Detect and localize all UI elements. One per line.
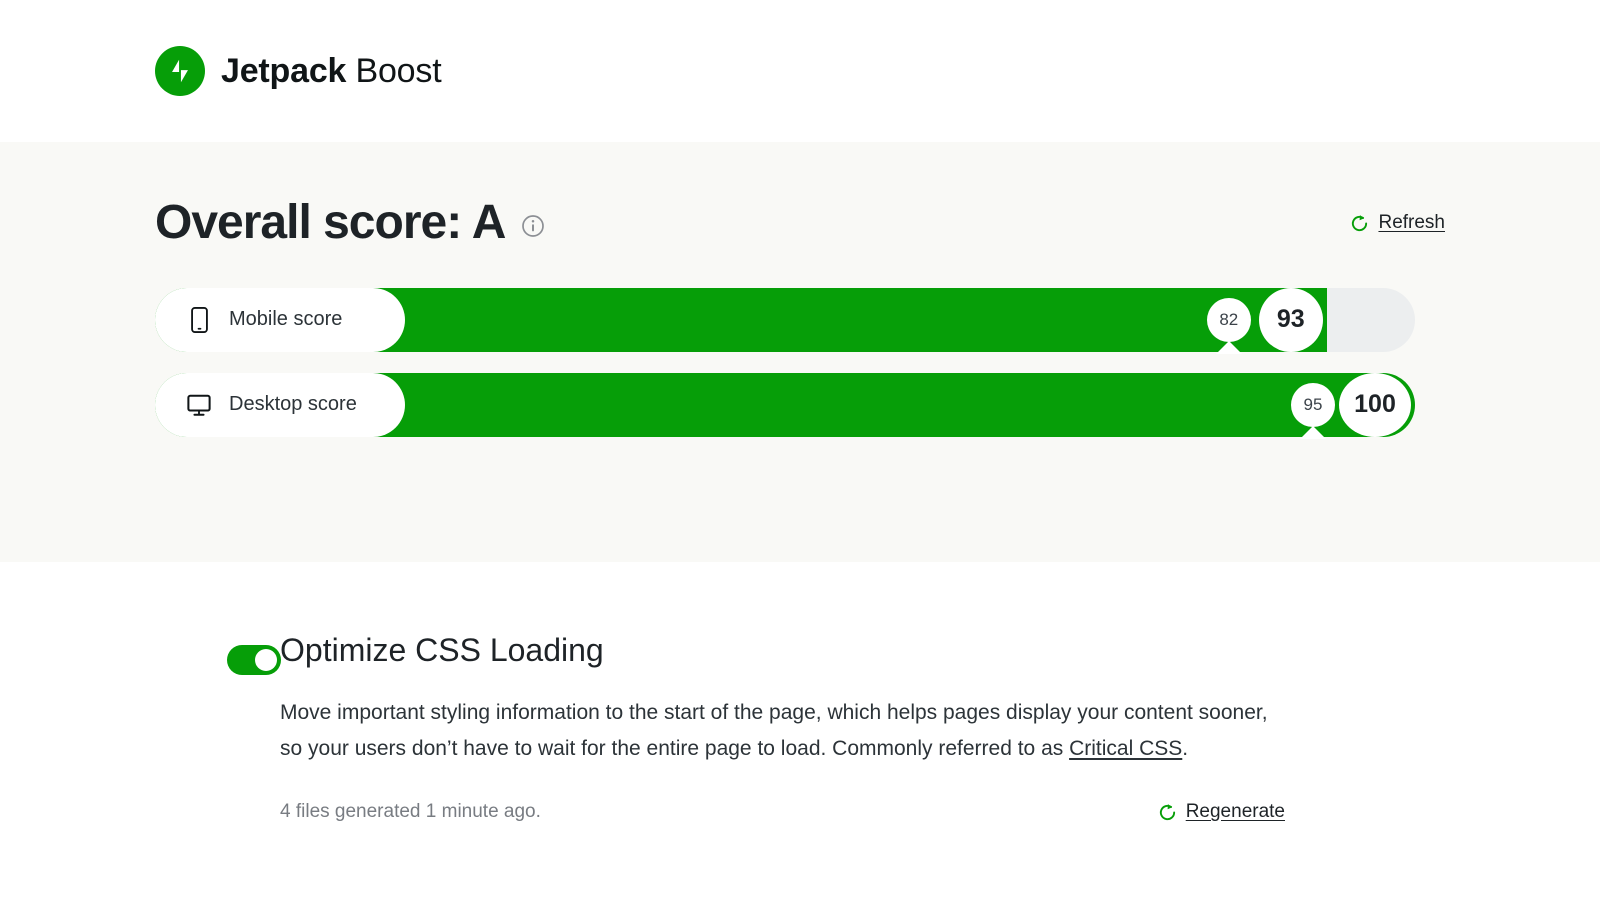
brand-title: Jetpack Boost: [221, 52, 442, 90]
refresh-icon: [1158, 802, 1177, 823]
module-description-suffix: .: [1182, 736, 1189, 760]
previous-score-notch-mobile: [1215, 340, 1242, 354]
module-status-text: 4 files generated 1 minute ago.: [280, 801, 541, 823]
module-optimize-css-loading: Optimize CSS Loading Move important styl…: [0, 562, 1600, 823]
mobile-phone-icon: [187, 306, 211, 333]
refresh-button[interactable]: Refresh: [1350, 212, 1445, 234]
score-label-desktop: Desktop score: [155, 372, 405, 437]
score-panel: Overall score: A Refresh Mobile score 82…: [0, 142, 1600, 562]
regenerate-button[interactable]: Regenerate: [1158, 801, 1285, 823]
info-circle-icon[interactable]: [521, 214, 545, 238]
score-label-mobile: Mobile score: [155, 287, 405, 352]
previous-score-value-mobile: 82: [1219, 309, 1239, 329]
score-label-text-desktop: Desktop score: [229, 393, 357, 416]
score-row-desktop: Desktop score 95 100: [155, 372, 1415, 439]
current-score-mobile: 93: [1258, 287, 1323, 352]
score-label-text-mobile: Mobile score: [229, 308, 343, 331]
refresh-label: Refresh: [1378, 212, 1445, 234]
page-title: Overall score: A: [155, 196, 506, 249]
optimize-css-loading-toggle[interactable]: [227, 645, 281, 675]
previous-score-mobile: 82: [1206, 297, 1251, 354]
previous-score-desktop: 95: [1291, 382, 1335, 439]
current-score-desktop: 100: [1339, 372, 1411, 437]
previous-score-value-desktop: 95: [1303, 394, 1323, 414]
brand: Jetpack Boost: [155, 46, 442, 96]
module-footer: 4 files generated 1 minute ago. Regenera…: [280, 801, 1285, 823]
score-header: Overall score: A Refresh: [155, 196, 1445, 250]
jetpack-boost-page: Jetpack Boost Overall score: A Refresh M…: [0, 0, 1600, 920]
brand-title-light: Boost: [355, 52, 442, 90]
score-title-wrap: Overall score: A: [155, 196, 545, 250]
module-toggle-column: [155, 632, 281, 675]
refresh-icon: [1350, 213, 1369, 234]
module-description: Move important styling information to th…: [280, 695, 1285, 767]
desktop-monitor-icon: [187, 393, 211, 417]
critical-css-link[interactable]: Critical CSS: [1069, 737, 1182, 760]
score-row-mobile: Mobile score 82 93: [155, 287, 1415, 354]
app-header: Jetpack Boost: [0, 0, 1600, 142]
previous-score-notch-desktop: [1300, 425, 1326, 439]
jetpack-bolt-icon: [155, 46, 205, 96]
module-title: Optimize CSS Loading: [280, 632, 604, 668]
module-body: Optimize CSS Loading Move important styl…: [280, 632, 1445, 823]
score-rows: Mobile score 82 93 Desktop score 95 100: [155, 287, 1445, 439]
brand-title-strong: Jetpack: [221, 52, 347, 90]
regenerate-label: Regenerate: [1185, 801, 1285, 823]
toggle-knob: [255, 649, 277, 671]
